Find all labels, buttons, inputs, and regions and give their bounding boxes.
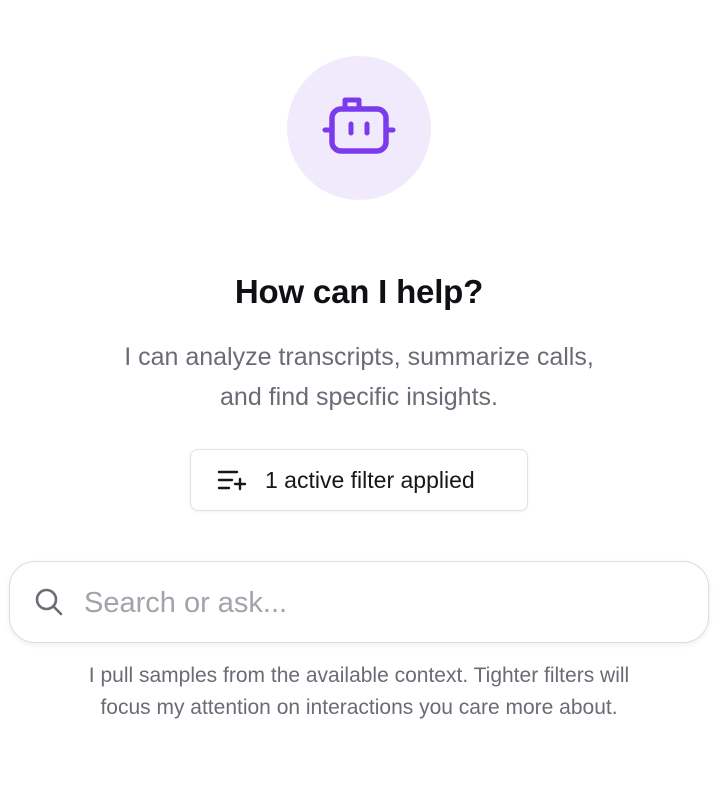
page-subtitle: I can analyze transcripts, summarize cal… xyxy=(0,337,718,417)
search-box[interactable] xyxy=(9,561,709,643)
footnote-line: focus my attention on interactions you c… xyxy=(100,696,618,719)
assistant-avatar xyxy=(287,56,431,200)
context-footnote: I pull samples from the available contex… xyxy=(0,660,718,724)
subtitle-line: I can analyze transcripts, summarize cal… xyxy=(124,343,594,371)
active-filters-label: 1 active filter applied xyxy=(265,466,475,493)
page-title: How can I help? xyxy=(234,273,484,310)
filter-list-plus-icon xyxy=(217,470,247,491)
search-icon xyxy=(35,588,63,616)
assistant-empty-state: How can I help? I can analyze transcript… xyxy=(0,0,718,790)
search-input[interactable] xyxy=(84,578,684,628)
robot-icon xyxy=(322,97,396,154)
subtitle-line: and find specific insights. xyxy=(220,383,498,411)
footnote-line: I pull samples from the available contex… xyxy=(88,664,630,687)
active-filters-button[interactable]: 1 active filter applied xyxy=(190,449,528,511)
